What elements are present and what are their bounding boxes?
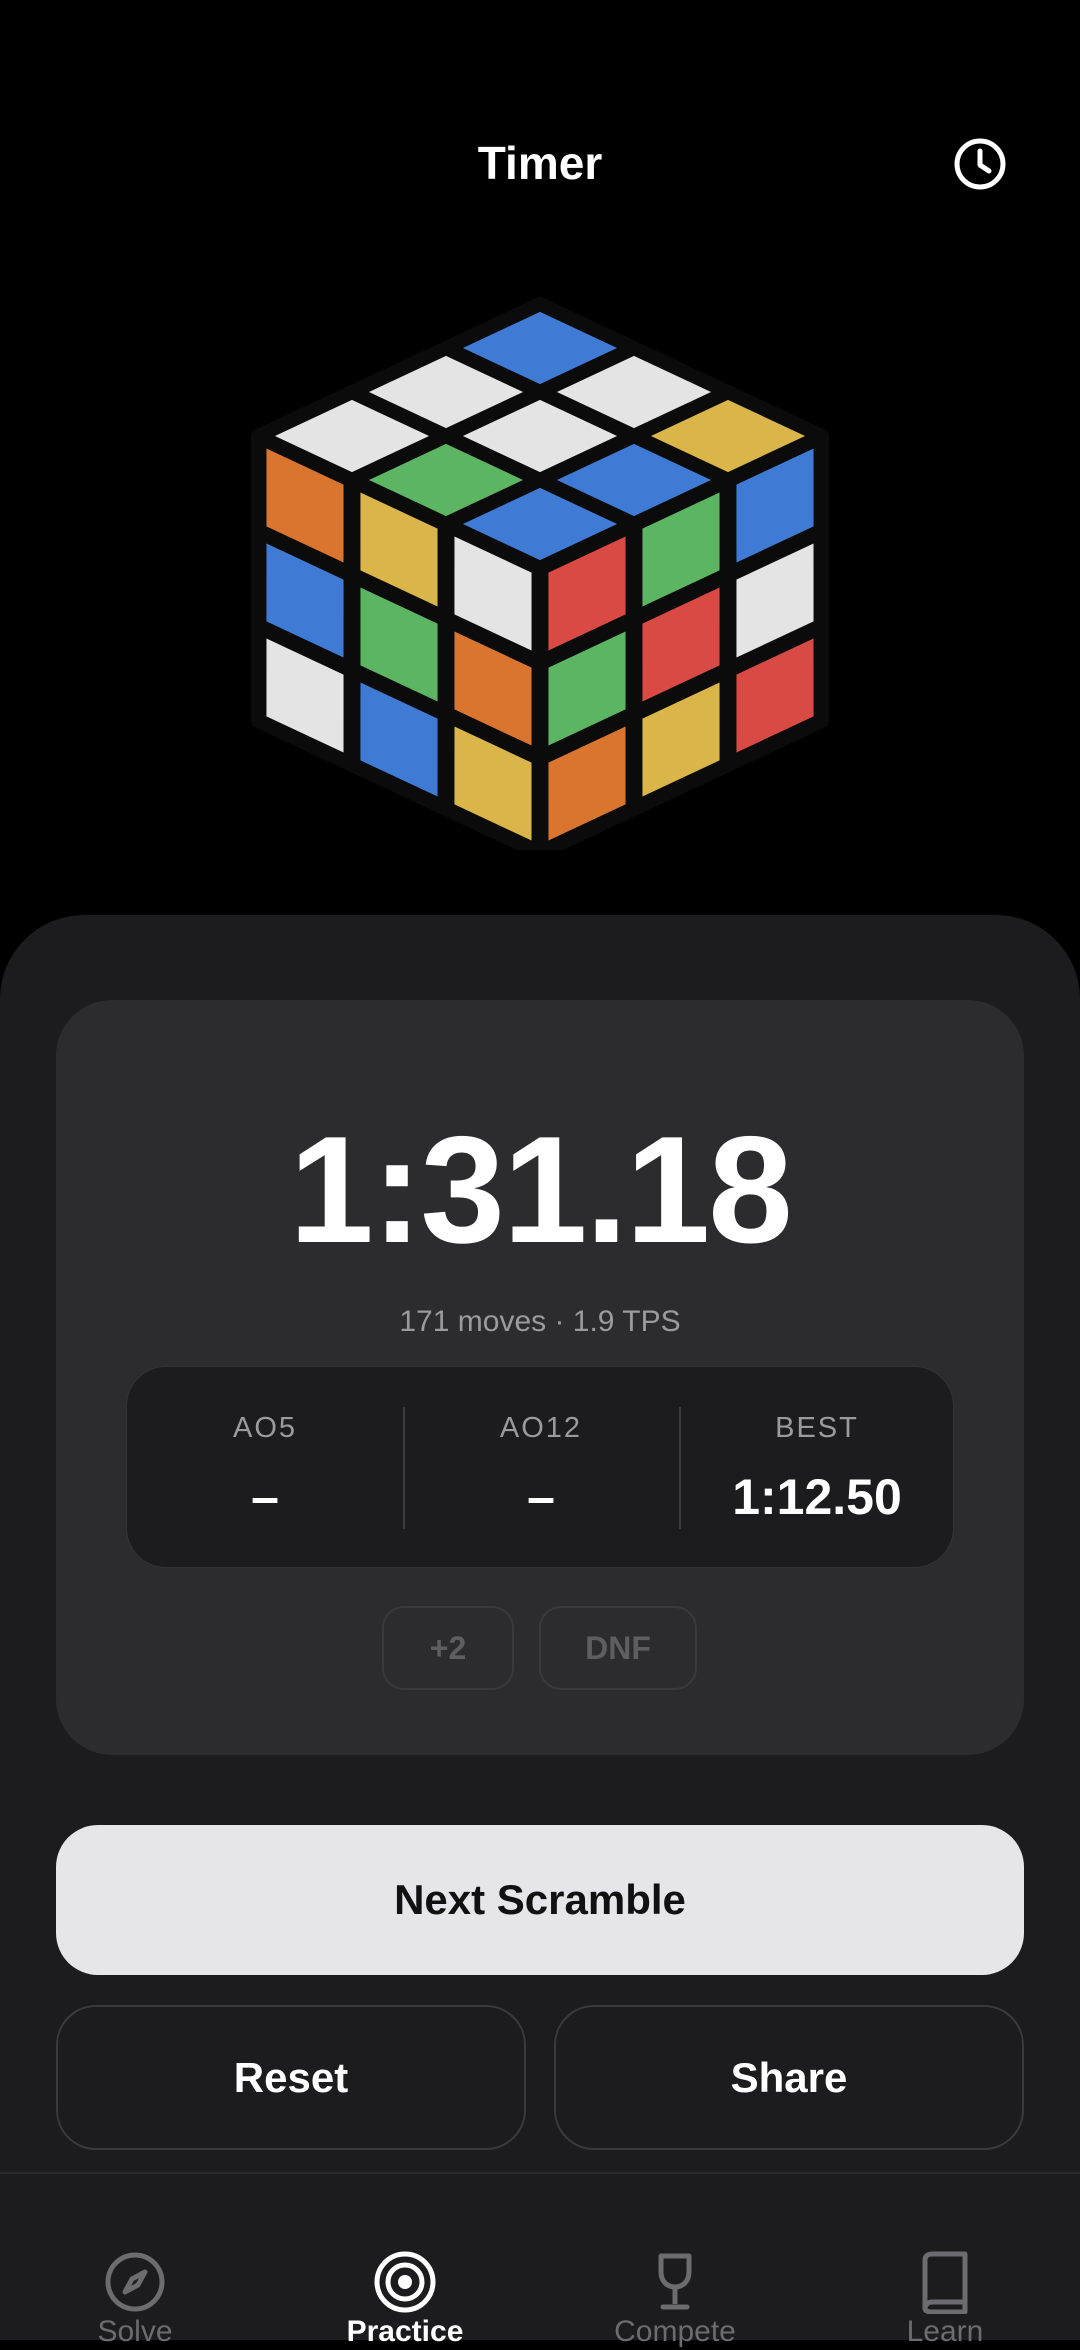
tab-learn[interactable]: Learn xyxy=(810,2174,1080,2348)
target-icon xyxy=(374,2251,436,2313)
tab-label: Compete xyxy=(614,2315,736,2348)
cube-illustration xyxy=(250,280,830,860)
stat-best: BEST 1:12.50 xyxy=(679,1367,955,1569)
stat-label: AO5 xyxy=(232,1412,298,1444)
moves-info: 171 moves · 1.9 TPS xyxy=(399,1305,681,1338)
cube-graphic xyxy=(251,297,829,860)
next-scramble-button[interactable]: Next Scramble xyxy=(56,1825,1024,1975)
stats-panel: AO5 – AO12 – BEST 1:12.50 xyxy=(126,1366,954,1568)
stat-label: BEST xyxy=(775,1412,859,1444)
tab-label: Learn xyxy=(906,2315,984,2348)
tab-bar: Solve Practice Compete Learn xyxy=(0,2172,1080,2348)
stat-value: – xyxy=(251,1469,279,1525)
tab-label: Solve xyxy=(97,2315,173,2348)
dnf-button[interactable]: DNF xyxy=(539,1606,697,1690)
tab-compete[interactable]: Compete xyxy=(540,2174,810,2348)
tab-practice[interactable]: Practice xyxy=(270,2174,540,2348)
trophy-icon xyxy=(658,2253,692,2310)
plus-two-button[interactable]: +2 xyxy=(382,1606,514,1690)
clock-icon xyxy=(954,138,1006,190)
reset-button[interactable]: Reset xyxy=(56,2005,526,2150)
stat-ao5: AO5 – xyxy=(127,1367,403,1569)
stat-value: – xyxy=(527,1469,555,1525)
history-button[interactable] xyxy=(944,128,1016,200)
timer-display: 1:31.18 xyxy=(289,1105,793,1275)
tab-solve[interactable]: Solve xyxy=(0,2174,270,2348)
page-title: Timer xyxy=(477,137,603,189)
tab-label: Practice xyxy=(346,2315,464,2348)
compass-icon xyxy=(105,2252,165,2312)
share-button[interactable]: Share xyxy=(554,2005,1024,2150)
cube-body xyxy=(251,297,829,860)
stat-label: AO12 xyxy=(499,1412,583,1444)
stat-value: 1:12.50 xyxy=(732,1469,902,1525)
stat-ao12: AO12 – xyxy=(403,1367,679,1569)
book-icon xyxy=(922,2251,968,2314)
